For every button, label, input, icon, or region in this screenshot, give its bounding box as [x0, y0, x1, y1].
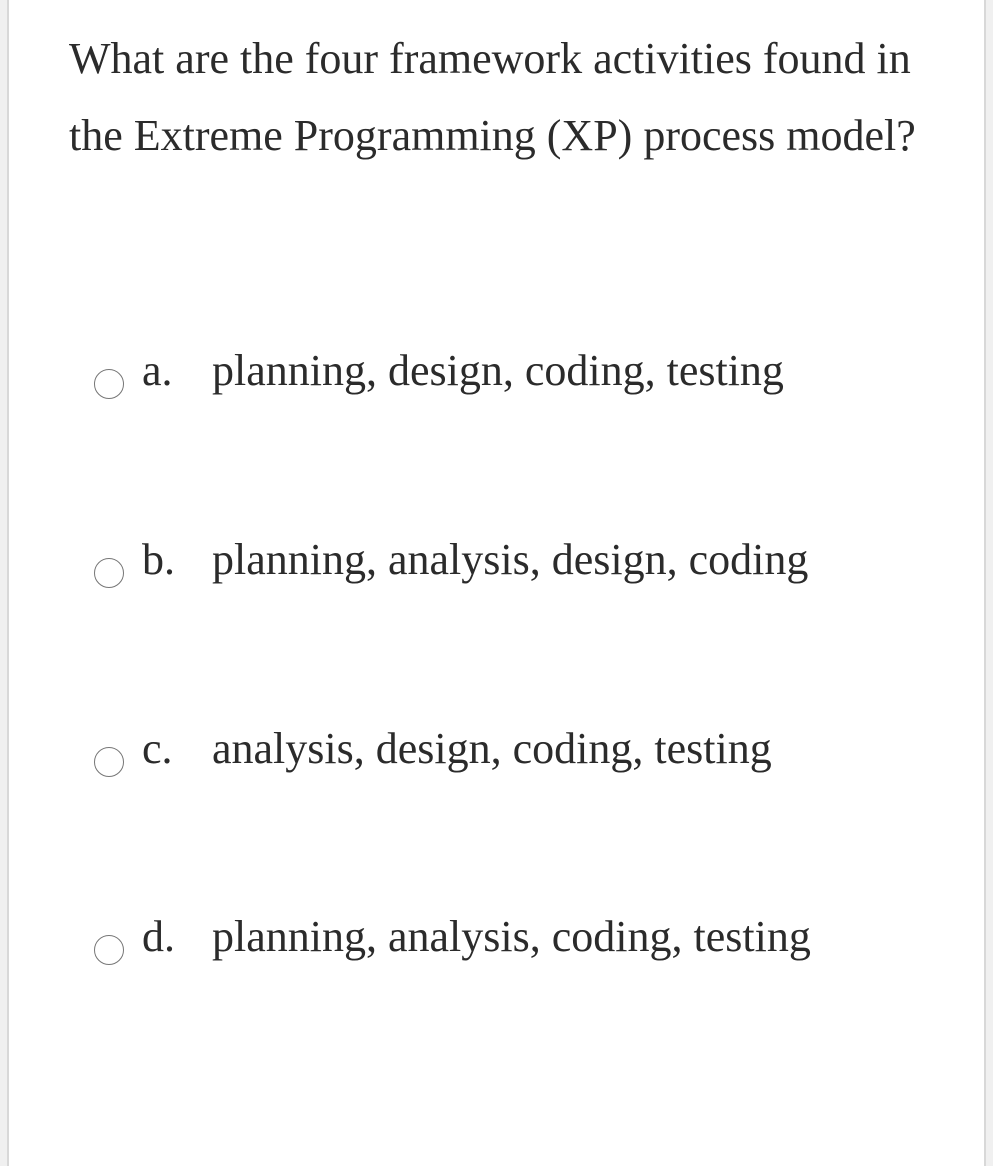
option-a: a. planning, design, coding, testing	[94, 334, 929, 423]
options-list: a. planning, design, coding, testing b. …	[69, 334, 929, 989]
option-letter: b.	[142, 523, 212, 598]
radio-wrap	[94, 334, 124, 423]
radio-c[interactable]	[94, 747, 124, 777]
question-text: What are the four framework activities f…	[69, 20, 929, 174]
radio-d[interactable]	[94, 935, 124, 965]
option-letter: c.	[142, 712, 212, 787]
option-d: d. planning, analysis, coding, testing	[94, 900, 929, 989]
question-card: What are the four framework activities f…	[7, 0, 986, 1166]
radio-wrap	[94, 712, 124, 801]
option-text: planning, design, coding, testing	[212, 334, 929, 409]
option-text: analysis, design, coding, testing	[212, 712, 929, 787]
option-letter: d.	[142, 900, 212, 975]
radio-a[interactable]	[94, 369, 124, 399]
radio-b[interactable]	[94, 558, 124, 588]
option-text: planning, analysis, coding, testing	[212, 900, 929, 975]
radio-wrap	[94, 523, 124, 612]
option-letter: a.	[142, 334, 212, 409]
option-text: planning, analysis, design, coding	[212, 523, 929, 598]
option-c: c. analysis, design, coding, testing	[94, 712, 929, 801]
radio-wrap	[94, 900, 124, 989]
option-b: b. planning, analysis, design, coding	[94, 523, 929, 612]
